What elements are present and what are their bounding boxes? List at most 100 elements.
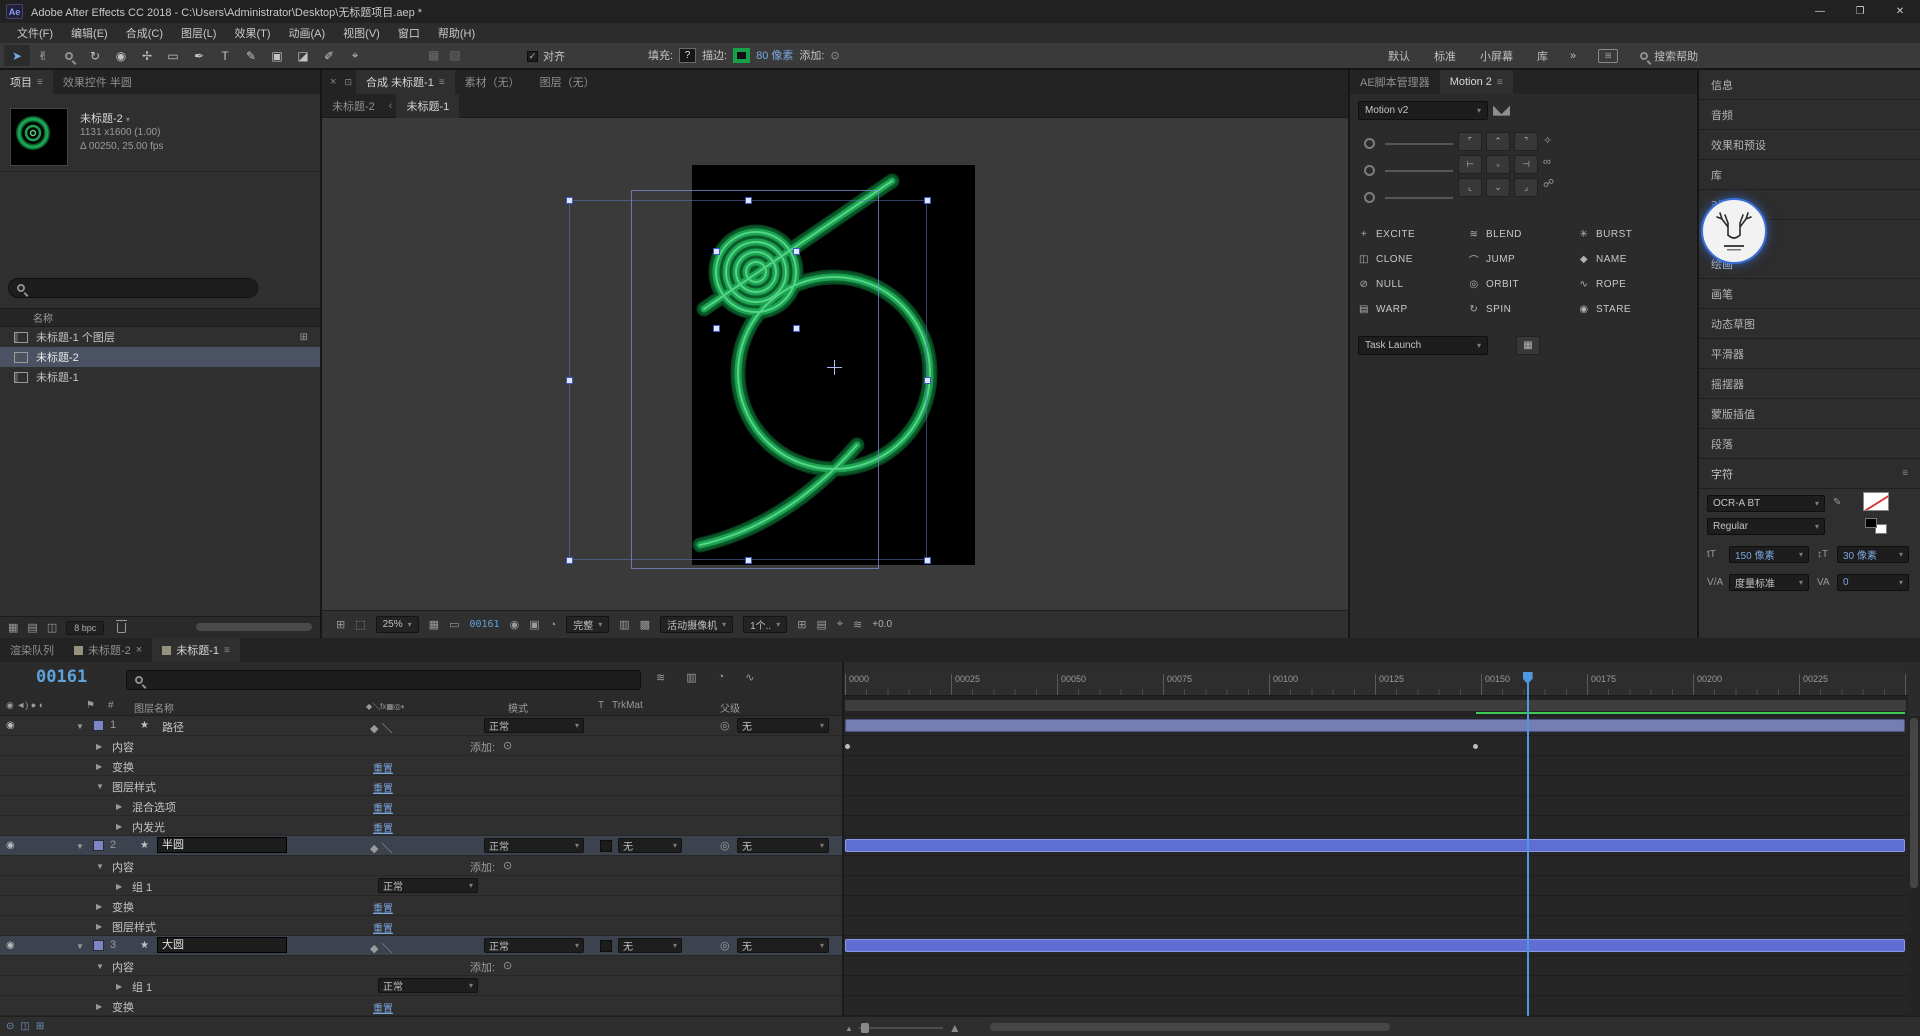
- layer-duration-bar[interactable]: [845, 939, 1905, 952]
- mask-visibility-icon[interactable]: ▭: [449, 618, 459, 631]
- flowchart-icon[interactable]: ≋: [853, 618, 862, 631]
- anchor-grid-button-1[interactable]: ⌃: [1486, 132, 1510, 151]
- menu-item-帮助(H)[interactable]: 帮助(H): [429, 23, 484, 43]
- expander-icon[interactable]: ▶: [116, 822, 122, 831]
- channels-icon[interactable]: ◔: [550, 619, 557, 631]
- property-row[interactable]: ▶内容添加:⊙: [0, 736, 1920, 756]
- text-tool[interactable]: T: [212, 45, 238, 66]
- visibility-eye-icon[interactable]: ◉: [6, 720, 15, 731]
- layer-name[interactable]: 大圆: [157, 937, 287, 953]
- layer-name-column[interactable]: 图层名称: [134, 700, 174, 715]
- workspace-小屏幕[interactable]: 小屏幕: [1480, 48, 1513, 64]
- roto-brush-tool[interactable]: ✐: [316, 45, 342, 66]
- timeline-tab-未标题-1[interactable]: 未标题-1≡: [152, 638, 240, 662]
- current-time-indicator[interactable]: [1527, 674, 1529, 1016]
- panel-tab-摇摆器[interactable]: 摇摆器: [1699, 369, 1920, 399]
- anchor-grid-button-5[interactable]: ⊣: [1514, 155, 1538, 174]
- preview-comp-name[interactable]: 未标题-2: [80, 113, 123, 125]
- resolution-select[interactable]: 完整▾: [566, 616, 609, 633]
- timeline-jump-icon[interactable]: ⌖: [837, 618, 843, 631]
- trkmat-column[interactable]: TrkMat: [612, 700, 643, 711]
- graph-editor-icon[interactable]: ∿: [745, 671, 754, 684]
- expand-layers-icon[interactable]: ⊙: [6, 1021, 14, 1032]
- motion-side-icon-2[interactable]: ☍: [1543, 177, 1554, 190]
- motion-button-spin[interactable]: ↻SPIN: [1468, 297, 1578, 322]
- reset-link[interactable]: 重置: [373, 920, 393, 935]
- menu-item-动画(A)[interactable]: 动画(A): [280, 23, 335, 43]
- grid-options-icon[interactable]: ▦: [429, 618, 439, 631]
- grid-view-icon[interactable]: ▦: [8, 621, 18, 634]
- motion-side-icon-1[interactable]: ∞: [1543, 156, 1554, 168]
- property-row[interactable]: ▶变换重置: [0, 756, 1920, 776]
- fill-color-swatch[interactable]: ?: [679, 48, 696, 63]
- panel-tab-库[interactable]: 库: [1699, 160, 1920, 190]
- clone-stamp-tool[interactable]: ▣: [264, 45, 290, 66]
- expander-icon[interactable]: ▼: [96, 962, 104, 971]
- motion-button-warp[interactable]: ▤WARP: [1358, 297, 1468, 322]
- zoom-tool[interactable]: [56, 45, 82, 66]
- timeline-tab-未标题-2[interactable]: 未标题-2×: [64, 638, 152, 662]
- eyedropper-icon[interactable]: ✎: [1833, 497, 1841, 508]
- project-list-header[interactable]: 名称: [0, 308, 320, 327]
- always-preview-icon[interactable]: ⊞: [336, 618, 345, 631]
- stroke-color-swatch[interactable]: [733, 48, 750, 63]
- expander-icon[interactable]: ▶: [116, 882, 122, 891]
- tab-motion2[interactable]: Motion 2≡: [1440, 70, 1513, 94]
- camera-select[interactable]: 活动摄像机▾: [660, 616, 733, 633]
- tab-layer[interactable]: 图层（无）: [530, 70, 605, 94]
- stroke-width-value[interactable]: 80 像素: [756, 47, 793, 63]
- selection-handle[interactable]: [793, 325, 800, 332]
- selection-tool[interactable]: ➤: [4, 45, 30, 66]
- motion-button-null[interactable]: ⊘NULL: [1358, 272, 1468, 297]
- world-axis-icon[interactable]: ▧: [449, 48, 460, 62]
- list-view-icon[interactable]: ▤: [27, 621, 37, 634]
- panel-tab-效果和预设[interactable]: 效果和预设: [1699, 130, 1920, 160]
- panel-menu-icon[interactable]: ≡: [1497, 77, 1503, 88]
- timeline-search-input[interactable]: [126, 670, 641, 690]
- work-area-bar[interactable]: [845, 700, 1906, 711]
- expander-icon[interactable]: ▼: [96, 782, 104, 791]
- font-size-select[interactable]: 150 像素▾: [1729, 546, 1809, 563]
- maximize-button[interactable]: ❐: [1840, 0, 1880, 23]
- motion-button-blend[interactable]: ≋BLEND: [1468, 222, 1578, 247]
- property-row[interactable]: ▶混合选项重置: [0, 796, 1920, 816]
- dial-icon[interactable]: [1364, 192, 1375, 203]
- property-row[interactable]: ▼内容添加:⊙: [0, 856, 1920, 876]
- layer-row[interactable]: ◉▼2★半圆◆ ＼正常▾无▾◎无▾: [0, 836, 1920, 856]
- trash-icon[interactable]: [117, 623, 126, 633]
- zoom-select[interactable]: 25%▾: [376, 616, 419, 633]
- motion-slider-1[interactable]: [1364, 138, 1453, 149]
- motion-blur-toggle-icon[interactable]: ⊞: [36, 1021, 44, 1032]
- pan-behind-tool[interactable]: ✢: [134, 45, 160, 66]
- motion-button-jump[interactable]: ⌒JUMP: [1468, 247, 1578, 272]
- task-launch-select[interactable]: Task Launch▾: [1358, 336, 1488, 355]
- viewer-timecode[interactable]: 00161: [469, 619, 499, 630]
- close-tab-icon[interactable]: ×: [136, 644, 142, 656]
- workspace-默认[interactable]: 默认: [1388, 48, 1410, 64]
- parent-pickwhip-icon[interactable]: ◎: [720, 719, 730, 732]
- property-row[interactable]: ▼内容添加:⊙: [0, 956, 1920, 976]
- visibility-eye-icon[interactable]: ◉: [6, 840, 15, 851]
- roi-icon[interactable]: ▥: [619, 618, 629, 631]
- composition-flowchart-icon[interactable]: ≋: [656, 671, 665, 684]
- timeline-hscrollbar[interactable]: [990, 1023, 1390, 1031]
- panel-menu-icon[interactable]: ≡: [37, 77, 43, 88]
- mode-column[interactable]: 模式: [508, 700, 528, 715]
- selection-handle[interactable]: [793, 248, 800, 255]
- anchor-grid-button-2[interactable]: ⌝: [1514, 132, 1538, 151]
- anchor-grid-button-8[interactable]: ⌟: [1514, 178, 1538, 197]
- expander-icon[interactable]: ▶: [96, 1002, 102, 1011]
- panel-tab-动态草图[interactable]: 动态草图: [1699, 309, 1920, 339]
- blend-mode-select[interactable]: 正常▾: [378, 978, 478, 993]
- zoom-slider-handle[interactable]: [861, 1023, 869, 1033]
- fill-stroke-swatches[interactable]: [1865, 518, 1887, 534]
- motion-button-clone[interactable]: ◫CLONE: [1358, 247, 1468, 272]
- layer-color-swatch[interactable]: [93, 840, 104, 851]
- menu-item-编辑(E)[interactable]: 编辑(E): [62, 23, 117, 43]
- project-item[interactable]: 未标题-2: [0, 347, 320, 367]
- console-icon[interactable]: ⊞: [1598, 49, 1618, 63]
- keyframe-dot[interactable]: [845, 744, 850, 749]
- pixel-aspect-icon[interactable]: ⊞: [797, 618, 806, 631]
- expander-icon[interactable]: ▶: [96, 922, 102, 931]
- parent-select[interactable]: 无▾: [737, 838, 829, 853]
